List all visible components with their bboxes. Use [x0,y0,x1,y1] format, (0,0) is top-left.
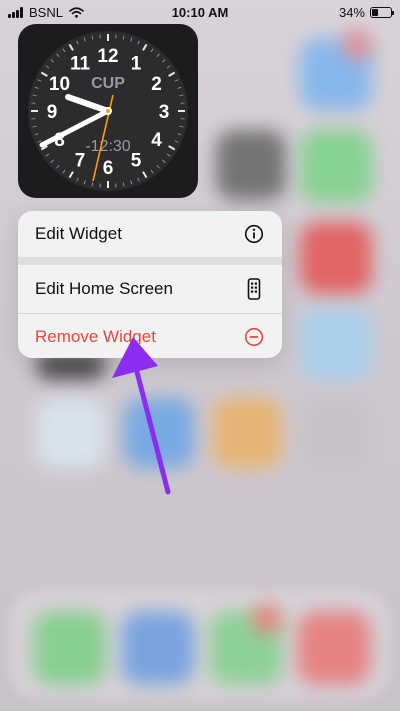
pointer-arrow-icon [112,337,171,495]
